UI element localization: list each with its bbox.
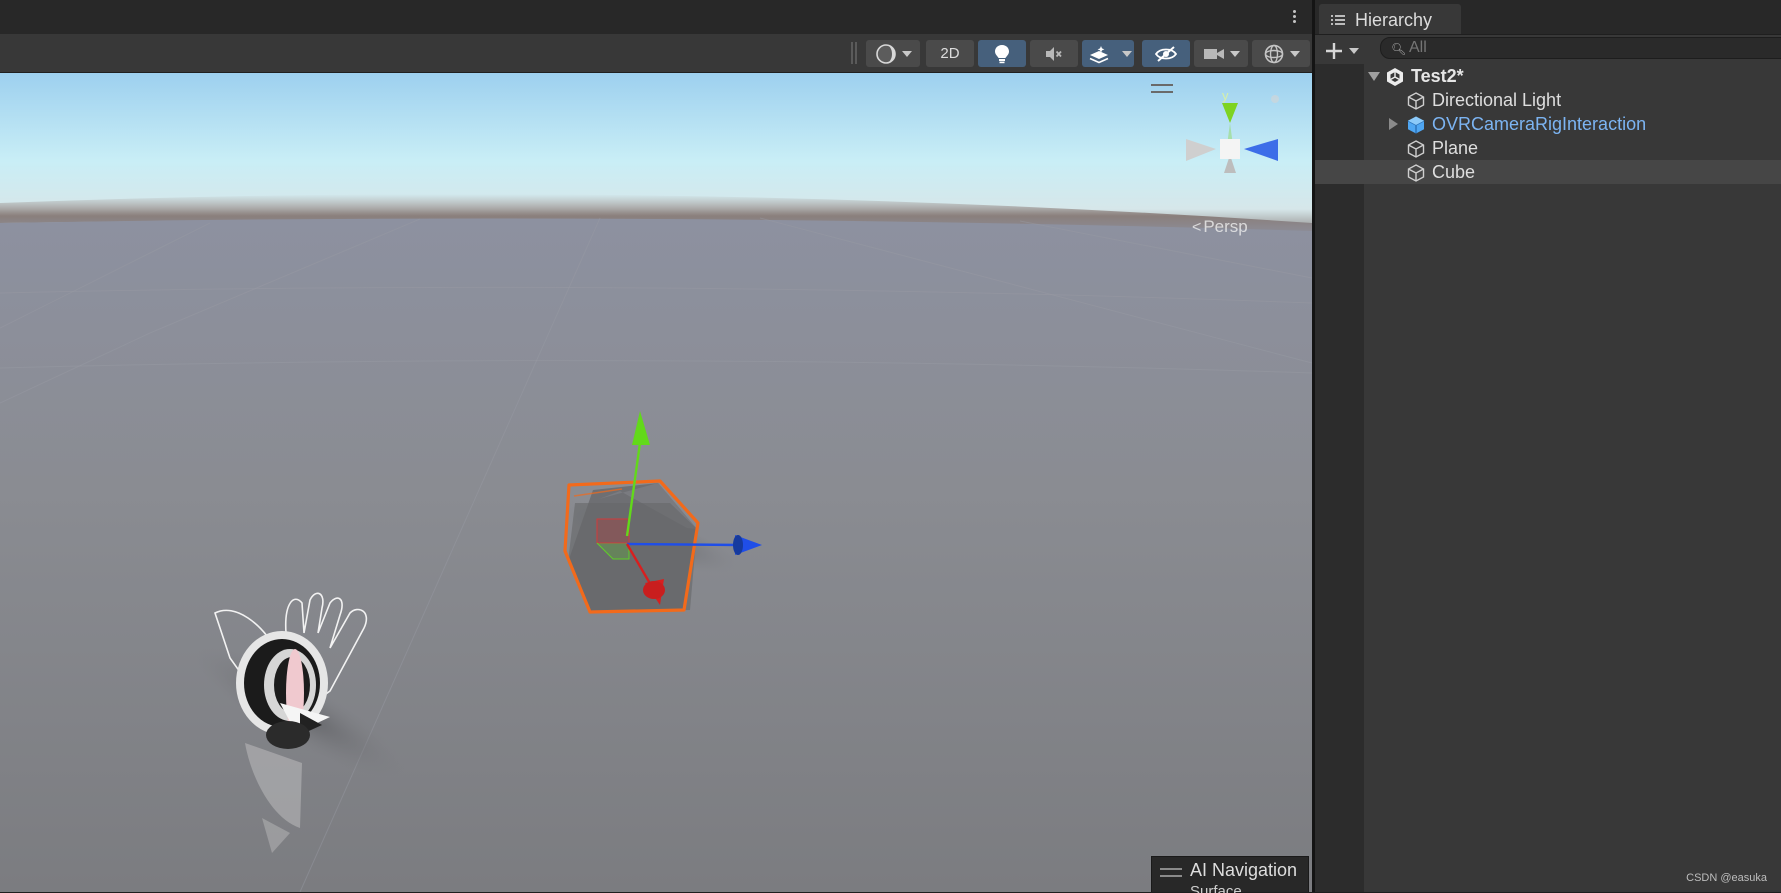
hierarchy-search-field[interactable]: 🔍︎ — [1380, 37, 1781, 59]
mode-2d-label: 2D — [940, 45, 960, 62]
hierarchy-item-label: Directional Light — [1432, 90, 1562, 110]
hidden-eye-icon — [1154, 45, 1178, 62]
audio-toggle[interactable] — [1030, 40, 1078, 67]
watermark: CSDN @easuka — [1686, 872, 1767, 884]
overlay-drag-handle[interactable] — [1160, 868, 1182, 877]
scene-viewport[interactable] — [0, 73, 1312, 892]
chevron-down-icon — [1122, 50, 1132, 57]
expand-arrow-icon[interactable] — [1368, 72, 1380, 81]
hierarchy-row-directional-light[interactable]: Directional Light — [1315, 88, 1781, 112]
audio-mute-icon — [1046, 46, 1062, 61]
gizmo-drag-handle[interactable] — [1151, 84, 1173, 93]
lightbulb-icon — [995, 44, 1009, 63]
hierarchy-row-ovrcamerariginteraction[interactable]: OVRCameraRigInteraction — [1315, 112, 1781, 136]
search-icon: 🔍︎ — [1391, 42, 1407, 56]
ai-navigation-overlay[interactable]: AI Navigation Surface — [1151, 856, 1309, 893]
tab-hierarchy-label: Hierarchy — [1355, 10, 1433, 30]
hierarchy-gutter — [1315, 64, 1364, 892]
scene-visibility-toggle[interactable] — [1142, 40, 1190, 67]
chevron-down-icon — [1229, 50, 1240, 57]
toolbar-grip-handle[interactable] — [851, 42, 857, 64]
hierarchy-row-cube[interactable]: Cube — [1315, 160, 1781, 184]
hierarchy-tab-bar: Hierarchy — [1315, 0, 1781, 35]
gizmos-dropdown[interactable] — [1252, 40, 1310, 67]
tab-hierarchy[interactable]: Hierarchy — [1319, 4, 1461, 34]
hierarchy-row-plane[interactable]: Plane — [1315, 136, 1781, 160]
kebab-menu-icon[interactable] — [1286, 8, 1302, 28]
add-object-button[interactable] — [1323, 40, 1365, 62]
overlay-title: AI Navigation — [1190, 860, 1298, 880]
plus-icon — [1326, 43, 1359, 59]
chevron-left-icon: < — [1192, 219, 1202, 236]
projection-toggle[interactable]: < Persp — [1192, 217, 1248, 237]
hierarchy-panel: Hierarchy 🔍︎ Test2* — [1315, 0, 1781, 892]
scene-name: Test2* — [1411, 66, 1464, 86]
chevron-down-icon — [901, 50, 912, 57]
effects-layers-icon — [1089, 45, 1109, 63]
scene-camera-icon — [1203, 48, 1224, 59]
draw-mode-dropdown[interactable] — [866, 40, 920, 67]
effects-dropdown[interactable] — [1116, 40, 1138, 67]
hierarchy-item-label: Plane — [1432, 138, 1479, 158]
mode-2d-button[interactable]: 2D — [926, 40, 974, 67]
unity-scene-icon — [1387, 68, 1403, 86]
gameobject-cube-icon — [1407, 140, 1425, 158]
gameobject-cube-icon — [1407, 92, 1425, 110]
hierarchy-search-input[interactable] — [1409, 38, 1779, 58]
gizmos-globe-icon — [1264, 44, 1283, 63]
hierarchy-item-label: OVRCameraRigInteraction — [1432, 114, 1647, 134]
projection-label: Persp — [1203, 217, 1248, 236]
expand-arrow-icon[interactable] — [1389, 118, 1398, 130]
scene-tab-bar — [0, 0, 1312, 35]
hierarchy-item-label: Cube — [1432, 162, 1476, 182]
scene-camera-dropdown[interactable] — [1194, 40, 1248, 67]
scene-toolbar: 2D — [0, 34, 1312, 73]
prefab-cube-icon — [1407, 116, 1425, 134]
lighting-toggle[interactable] — [978, 40, 1026, 67]
chevron-down-icon — [1289, 50, 1300, 57]
shaded-sphere-icon — [875, 43, 896, 64]
scene-root-row[interactable]: Test2* — [1315, 64, 1781, 88]
list-icon — [1331, 15, 1345, 25]
scene-view-panel[interactable]: 2D y < Persp AI Navigation Surface — [0, 0, 1312, 893]
gizmo-y-label[interactable]: y — [1222, 88, 1229, 103]
gameobject-cube-icon — [1407, 164, 1425, 182]
